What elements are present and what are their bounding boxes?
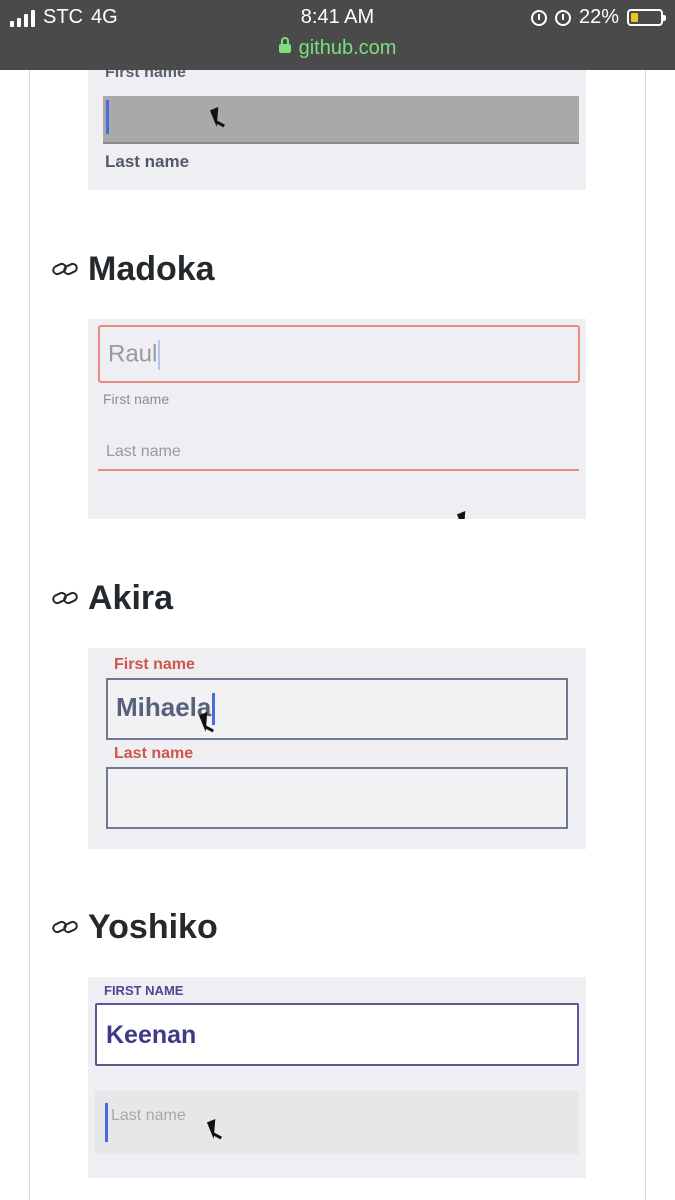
section-heading-akira: Akira <box>50 579 174 618</box>
first-name-input[interactable]: Keenan <box>95 1003 579 1066</box>
text-caret <box>158 340 161 370</box>
rotation-lock-icon <box>554 9 571 26</box>
first-name-label: FIRST NAME <box>104 983 184 998</box>
last-name-label: Last name <box>105 152 190 171</box>
last-name-input[interactable]: Last name <box>95 1091 579 1154</box>
battery-percent: 22% <box>578 6 619 28</box>
battery-icon <box>627 9 666 26</box>
page-border-right <box>645 70 646 1200</box>
address-bar[interactable]: github.com <box>0 37 675 60</box>
link-icon[interactable] <box>50 918 80 938</box>
heading-text: Madoka <box>88 250 215 288</box>
demo-panel-madoka: Raul First name Last name <box>88 319 586 519</box>
text-caret <box>106 100 109 134</box>
first-name-value: Raul <box>108 340 161 370</box>
status-right: 22% <box>530 6 666 29</box>
first-name-input[interactable] <box>103 96 579 144</box>
text-caret <box>105 1103 108 1142</box>
alarm-icon <box>530 9 547 26</box>
status-bar: STC 4G 8:41 AM github.com 22% <box>0 0 675 70</box>
first-name-label: First name <box>105 70 186 81</box>
first-name-label: First name <box>114 656 195 673</box>
first-name-input[interactable]: Raul <box>98 325 580 383</box>
first-name-value: Keenan <box>106 1021 197 1049</box>
section-heading-yoshiko: Yoshiko <box>50 908 218 947</box>
lock-icon <box>278 37 291 53</box>
demo-panel-yoshiko: FIRST NAME Keenan Last name <box>88 977 586 1178</box>
heading-text: Yoshiko <box>88 908 218 946</box>
last-name-placeholder: Last name <box>111 1107 186 1124</box>
first-name-input[interactable]: Mihaela <box>106 678 568 740</box>
demo-panel-akira: First name Mihaela Last name <box>88 648 586 849</box>
link-icon[interactable] <box>50 260 80 280</box>
link-icon[interactable] <box>50 589 80 609</box>
url-text: github.com <box>298 37 397 59</box>
last-name-input[interactable] <box>106 767 568 829</box>
mouse-cursor-icon <box>456 510 473 519</box>
last-name-label: Last name <box>114 745 194 762</box>
heading-text: Akira <box>88 579 174 617</box>
first-name-label: First name <box>103 391 170 407</box>
last-name-input[interactable]: Last name <box>106 443 181 461</box>
last-name-underline <box>98 469 579 471</box>
section-heading-madoka: Madoka <box>50 250 215 289</box>
page-border-left <box>29 70 30 1200</box>
demo-panel-1: First name Last name <box>88 70 586 190</box>
text-caret <box>212 693 216 726</box>
